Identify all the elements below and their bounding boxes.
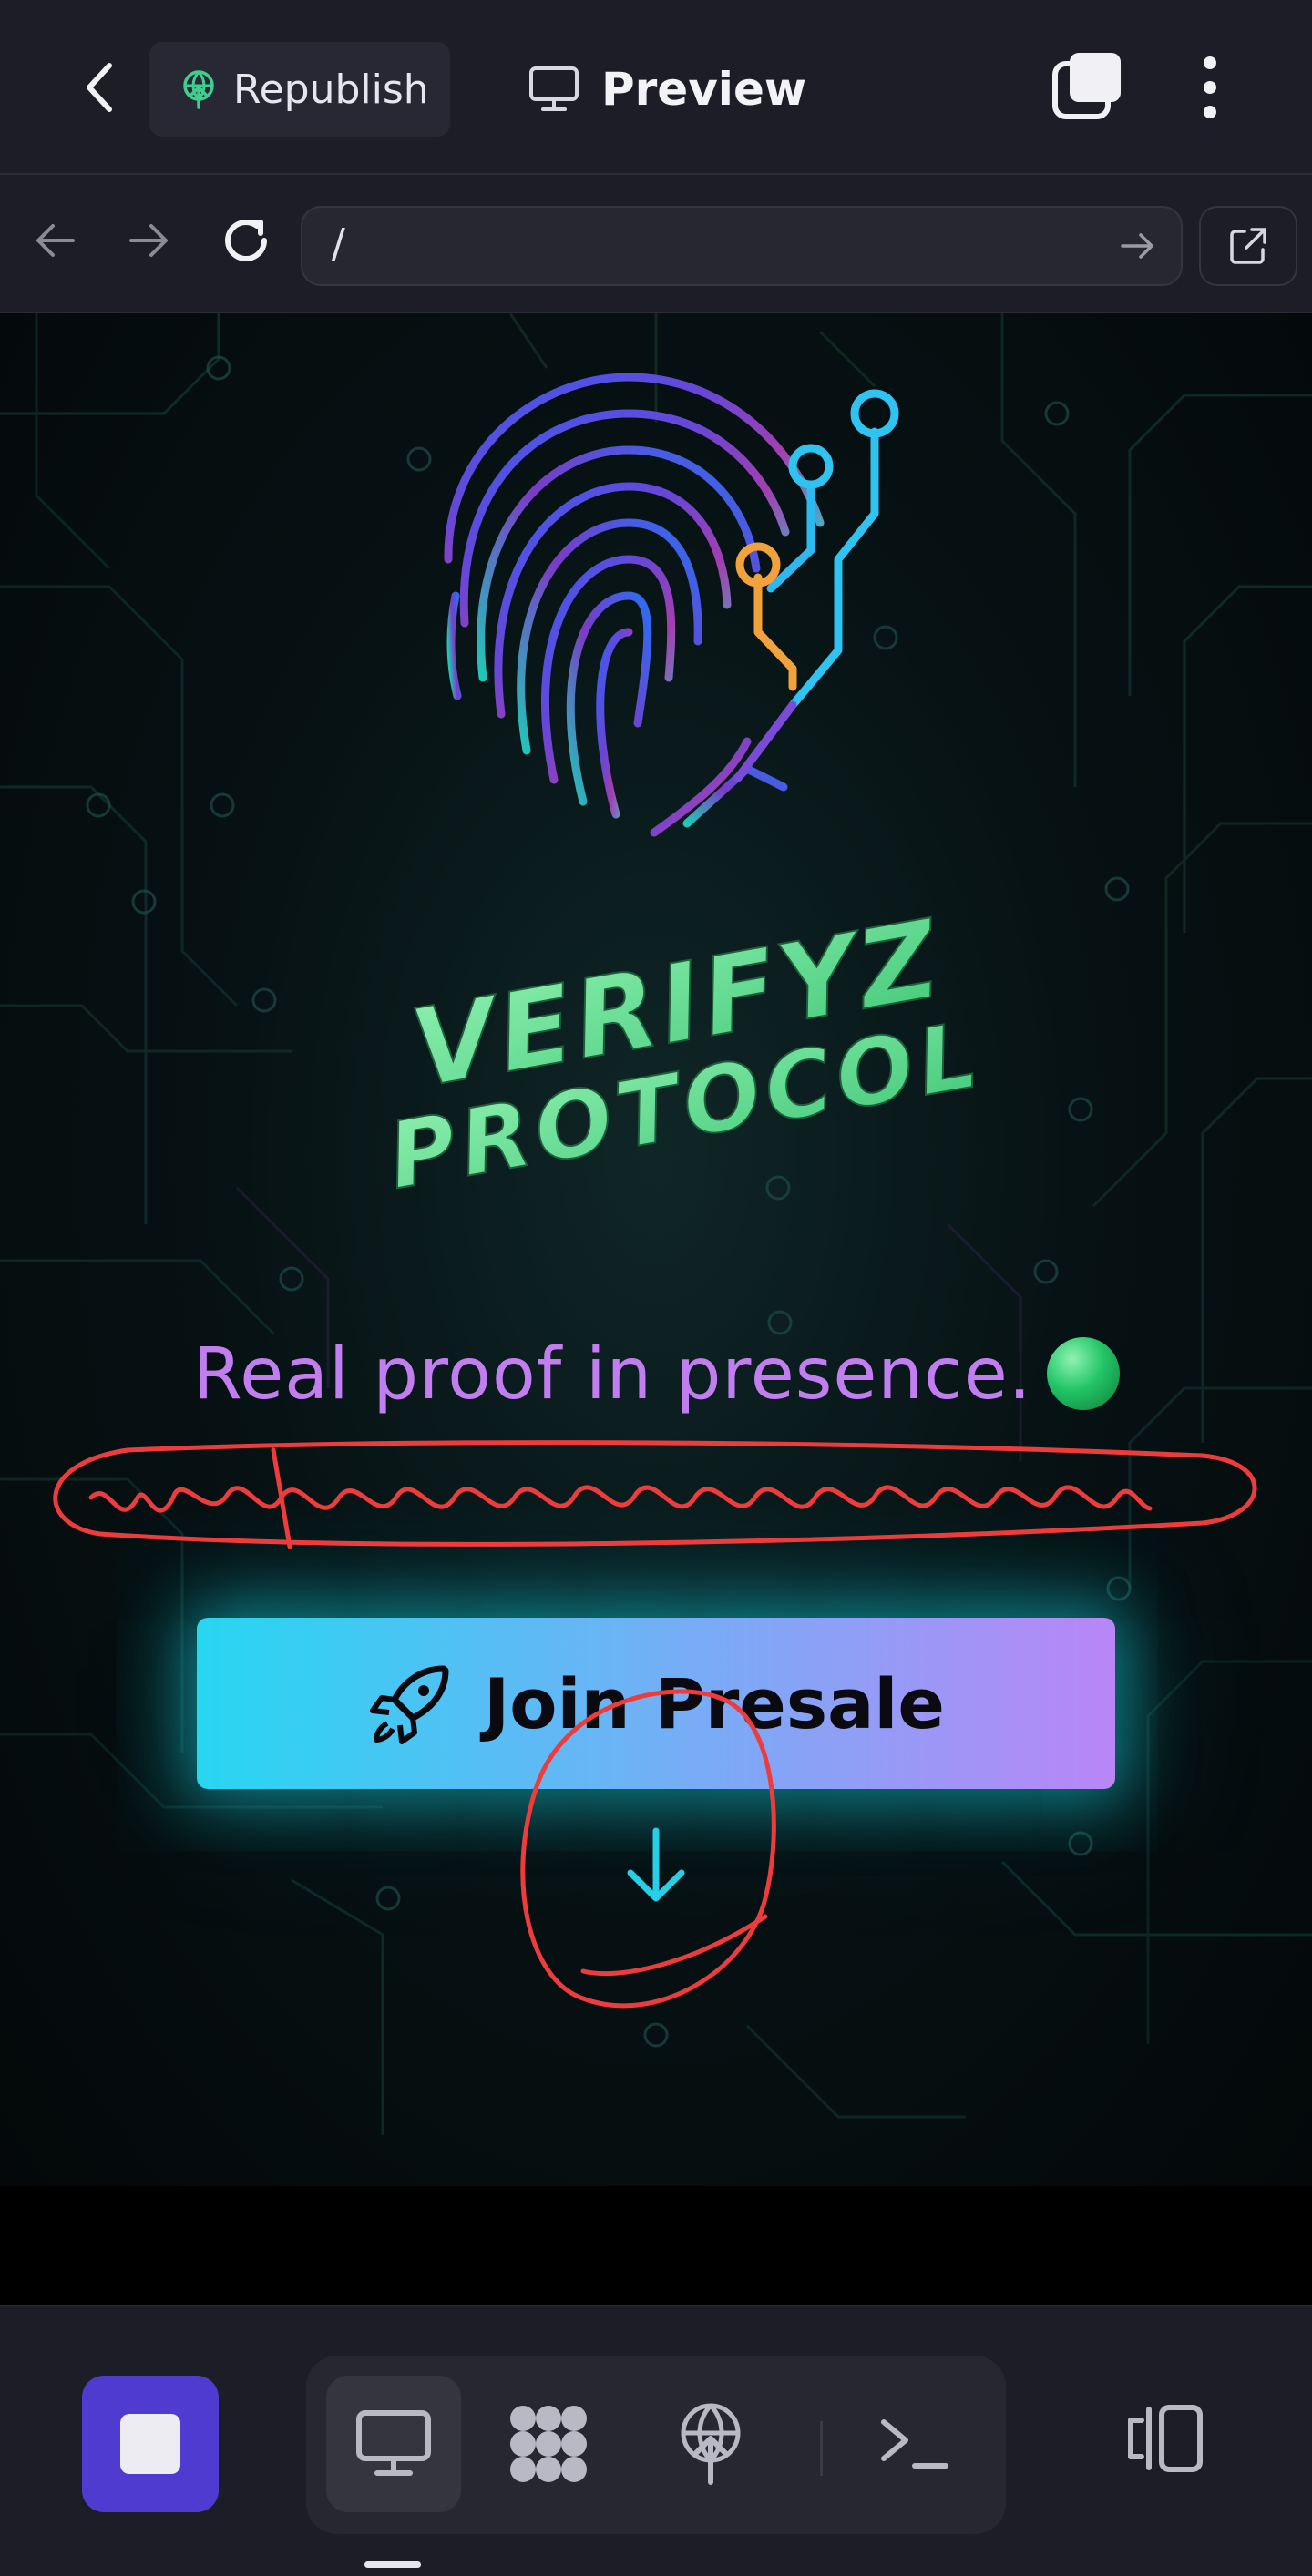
home-indicator xyxy=(364,2561,421,2568)
tabs-button[interactable] xyxy=(1050,49,1126,126)
apps-grid-icon xyxy=(510,2406,587,2482)
stop-button[interactable] xyxy=(82,2376,219,2512)
monitor-icon xyxy=(356,2410,431,2476)
browser-toolbar: / xyxy=(0,175,1312,313)
republish-button[interactable]: Republish xyxy=(149,42,450,137)
nav-forward-button[interactable] xyxy=(113,204,186,277)
arrow-right-icon xyxy=(129,224,168,257)
tool-apps-button[interactable] xyxy=(481,2376,616,2512)
tool-terminal-button[interactable] xyxy=(847,2376,982,2512)
reload-icon xyxy=(225,220,267,261)
preview-bottom-gap xyxy=(0,2186,1312,2305)
external-link-icon xyxy=(1230,228,1266,264)
back-button[interactable] xyxy=(66,51,131,124)
publish-icon xyxy=(183,70,214,109)
nav-back-button[interactable] xyxy=(18,204,91,277)
tool-preview-button[interactable] xyxy=(326,2376,461,2512)
publish-icon xyxy=(681,2403,741,2485)
layout-toggle-button[interactable] xyxy=(1117,2388,1208,2489)
more-menu-button[interactable] xyxy=(1184,49,1235,126)
tool-publish-button[interactable] xyxy=(643,2376,778,2512)
tool-separator xyxy=(820,2421,823,2476)
preview-tab[interactable]: Preview xyxy=(528,53,806,126)
url-text: / xyxy=(332,220,345,267)
url-input[interactable]: / xyxy=(301,206,1183,286)
red-annotation-overlay xyxy=(53,1440,1257,2009)
arrow-left-icon xyxy=(36,224,75,257)
preview-label: Preview xyxy=(601,63,807,116)
stop-icon xyxy=(120,2414,180,2474)
bottom-toolbar xyxy=(0,2305,1312,2576)
split-layout-icon xyxy=(1128,2405,1203,2472)
terminal-icon xyxy=(881,2419,948,2469)
republish-label: Republish xyxy=(233,66,429,113)
monitor-icon xyxy=(529,66,579,111)
go-arrow-icon[interactable] xyxy=(1112,220,1163,271)
tabs-icon xyxy=(1052,53,1121,119)
more-vertical-icon xyxy=(1204,56,1216,118)
chevron-left-icon xyxy=(87,63,112,112)
tool-switcher xyxy=(306,2356,1006,2534)
open-external-button[interactable] xyxy=(1199,206,1297,286)
app-header: Republish Preview xyxy=(0,0,1312,175)
reload-button[interactable] xyxy=(210,204,282,277)
site-preview: VERIFYZ PROTOCOL Real proof in presence.… xyxy=(0,313,1312,2186)
